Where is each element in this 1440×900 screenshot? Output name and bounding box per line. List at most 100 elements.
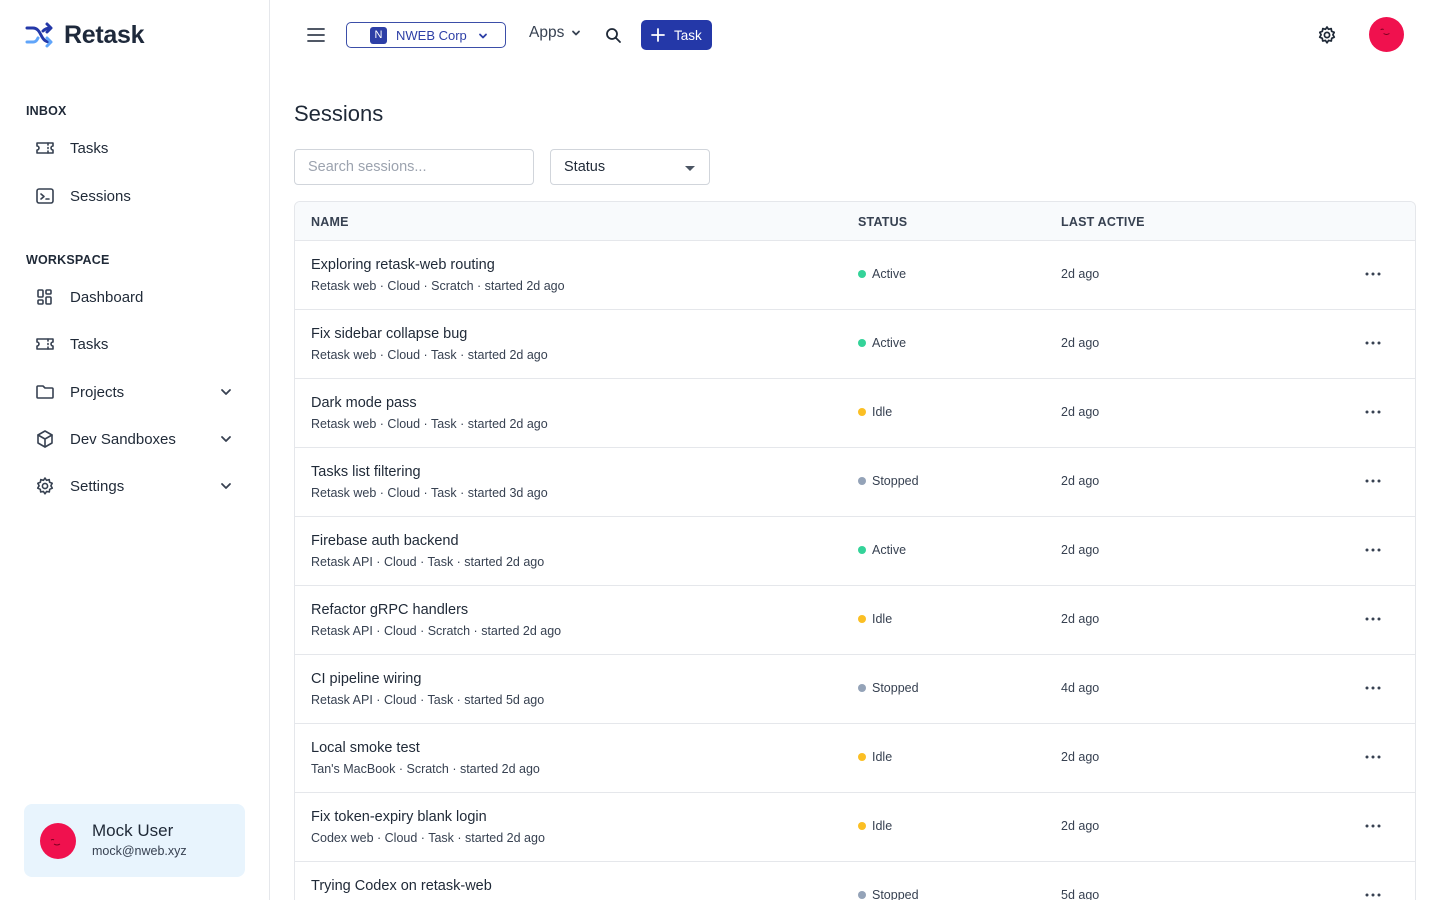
session-name[interactable]: Exploring retask-web routing: [311, 257, 495, 273]
last-active: 2d ago: [1061, 819, 1100, 833]
column-header-name[interactable]: NAME: [311, 215, 349, 229]
ellipsis-icon: [1365, 272, 1381, 276]
page-title: Sessions: [294, 101, 384, 126]
app-logo[interactable]: Retask: [24, 19, 145, 51]
folder-icon: [34, 381, 56, 403]
session-name[interactable]: CI pipeline wiring: [311, 671, 421, 687]
status-label: Active: [872, 543, 907, 557]
hamburger-icon: [307, 28, 325, 42]
more-options-button[interactable]: [1362, 610, 1384, 628]
ellipsis-icon: [1365, 755, 1381, 759]
inbox-section-label: INBOX: [26, 104, 67, 118]
last-active: 2d ago: [1061, 405, 1100, 419]
table-row[interactable]: Local smoke test Tan's MacBook · Scratch …: [295, 724, 1415, 793]
more-options-button[interactable]: [1362, 334, 1384, 352]
status-label: Stopped: [872, 474, 919, 488]
session-name[interactable]: Trying Codex on retask-web: [311, 878, 492, 894]
session-meta: Retask web · Cloud · Task · started 2d a…: [311, 417, 548, 431]
more-options-button[interactable]: [1362, 748, 1384, 766]
session-name[interactable]: Fix token-expiry blank login: [311, 809, 487, 825]
ticket-icon: [34, 333, 56, 355]
more-options-button[interactable]: [1362, 403, 1384, 421]
sidebar-item-sessions[interactable]: Sessions: [24, 176, 246, 216]
sessions-table: NAME STATUS LAST ACTIVE Exploring retask…: [294, 201, 1416, 900]
session-name[interactable]: Local smoke test: [311, 740, 420, 756]
settings-button[interactable]: [1317, 25, 1337, 45]
terminal-icon: [34, 185, 56, 207]
organization-selector[interactable]: N NWEB Corp: [346, 22, 506, 48]
status-label: Idle: [872, 405, 893, 419]
chevron-down-icon: [572, 30, 581, 36]
status-label: Active: [872, 267, 907, 281]
more-options-button[interactable]: [1362, 265, 1384, 283]
more-options-button[interactable]: [1362, 472, 1384, 490]
table-row[interactable]: Firebase auth backend Retask API · Cloud …: [295, 517, 1415, 586]
sidebar-item-label: Tasks: [70, 335, 109, 353]
status-dot: [858, 615, 866, 623]
last-active: 2d ago: [1061, 543, 1100, 557]
chevron-down-icon[interactable]: [218, 478, 234, 494]
table-row[interactable]: CI pipeline wiring Retask API · Cloud · T…: [295, 655, 1415, 724]
table-row[interactable]: Trying Codex on retask-web Stopped 5d ago: [295, 862, 1415, 900]
avatar: [1380, 28, 1390, 35]
session-name[interactable]: Firebase auth backend: [311, 533, 459, 549]
session-meta: Tan's MacBook · Scratch · started 2d ago: [311, 762, 540, 776]
sidebar-item-label: Sessions: [70, 187, 131, 205]
search-button[interactable]: [605, 27, 622, 44]
session-name[interactable]: Dark mode pass: [311, 395, 417, 411]
sidebar-item-dev-sandboxes[interactable]: Dev Sandboxes: [24, 419, 246, 459]
sidebar-item-dashboard[interactable]: Dashboard: [24, 277, 246, 317]
menu-button[interactable]: [305, 24, 327, 46]
status-label: Active: [872, 336, 907, 350]
sidebar-item-label: Settings: [70, 477, 125, 495]
workspace-section-label: WORKSPACE: [26, 253, 110, 267]
table-row[interactable]: Refactor gRPC handlers Retask API · Cloud…: [295, 586, 1415, 655]
last-active: 5d ago: [1061, 888, 1100, 900]
org-name: NWEB Corp: [396, 27, 467, 43]
session-name[interactable]: Tasks list filtering: [311, 464, 421, 480]
sidebar-item-settings[interactable]: Settings: [24, 466, 246, 506]
status-badge: Stopped: [858, 681, 919, 695]
session-name[interactable]: Fix sidebar collapse bug: [311, 326, 467, 342]
apps-menu-button[interactable]: Apps: [529, 24, 582, 42]
table-header: NAME STATUS LAST ACTIVE: [295, 202, 1415, 241]
gear-icon: [1318, 26, 1336, 44]
status-dot: [858, 753, 866, 761]
table-row[interactable]: Exploring retask-web routing Retask web ·…: [295, 241, 1415, 310]
last-active: 2d ago: [1061, 474, 1100, 488]
chevron-down-icon[interactable]: [218, 431, 234, 447]
plus-icon: [651, 28, 665, 42]
table-row[interactable]: Fix token-expiry blank login Codex web · …: [295, 793, 1415, 862]
session-name[interactable]: Refactor gRPC handlers: [311, 602, 468, 618]
more-options-button[interactable]: [1362, 886, 1384, 900]
table-row[interactable]: Tasks list filtering Retask web · Cloud ·…: [295, 448, 1415, 517]
sidebar-item-tasks[interactable]: Tasks: [24, 324, 246, 364]
session-meta: Retask web · Cloud · Scratch · started 2…: [311, 279, 565, 293]
column-header-last-active[interactable]: LAST ACTIVE: [1061, 215, 1145, 229]
table-row[interactable]: Fix sidebar collapse bug Retask web · Clo…: [295, 310, 1415, 379]
ellipsis-icon: [1365, 479, 1381, 483]
status-badge: Active: [858, 543, 906, 557]
user-card[interactable]: Mock User mock@nweb.xyz: [24, 804, 245, 877]
chevron-down-icon[interactable]: [218, 384, 234, 400]
sidebar-item-projects[interactable]: Projects: [24, 372, 246, 412]
new-task-button[interactable]: Task: [641, 20, 712, 50]
ticket-icon: [34, 137, 56, 159]
app-name: Retask: [64, 20, 145, 49]
more-options-button[interactable]: [1362, 817, 1384, 835]
more-options-button[interactable]: [1362, 679, 1384, 697]
table-row[interactable]: Dark mode pass Retask web · Cloud · Task …: [295, 379, 1415, 448]
status-dot: [858, 339, 866, 347]
status-dot: [858, 822, 866, 830]
search-icon: [606, 28, 621, 43]
status-label: Idle: [872, 819, 893, 833]
last-active: 2d ago: [1061, 750, 1100, 764]
status-filter-select[interactable]: Status: [550, 149, 710, 185]
sidebar-item-inbox-tasks[interactable]: Tasks: [24, 128, 246, 168]
retask-logo-icon: [25, 22, 53, 48]
user-avatar-button[interactable]: [1369, 17, 1404, 52]
column-header-status[interactable]: STATUS: [858, 215, 907, 229]
ellipsis-icon: [1365, 893, 1381, 897]
more-options-button[interactable]: [1362, 541, 1384, 559]
search-sessions-input[interactable]: [294, 149, 534, 185]
